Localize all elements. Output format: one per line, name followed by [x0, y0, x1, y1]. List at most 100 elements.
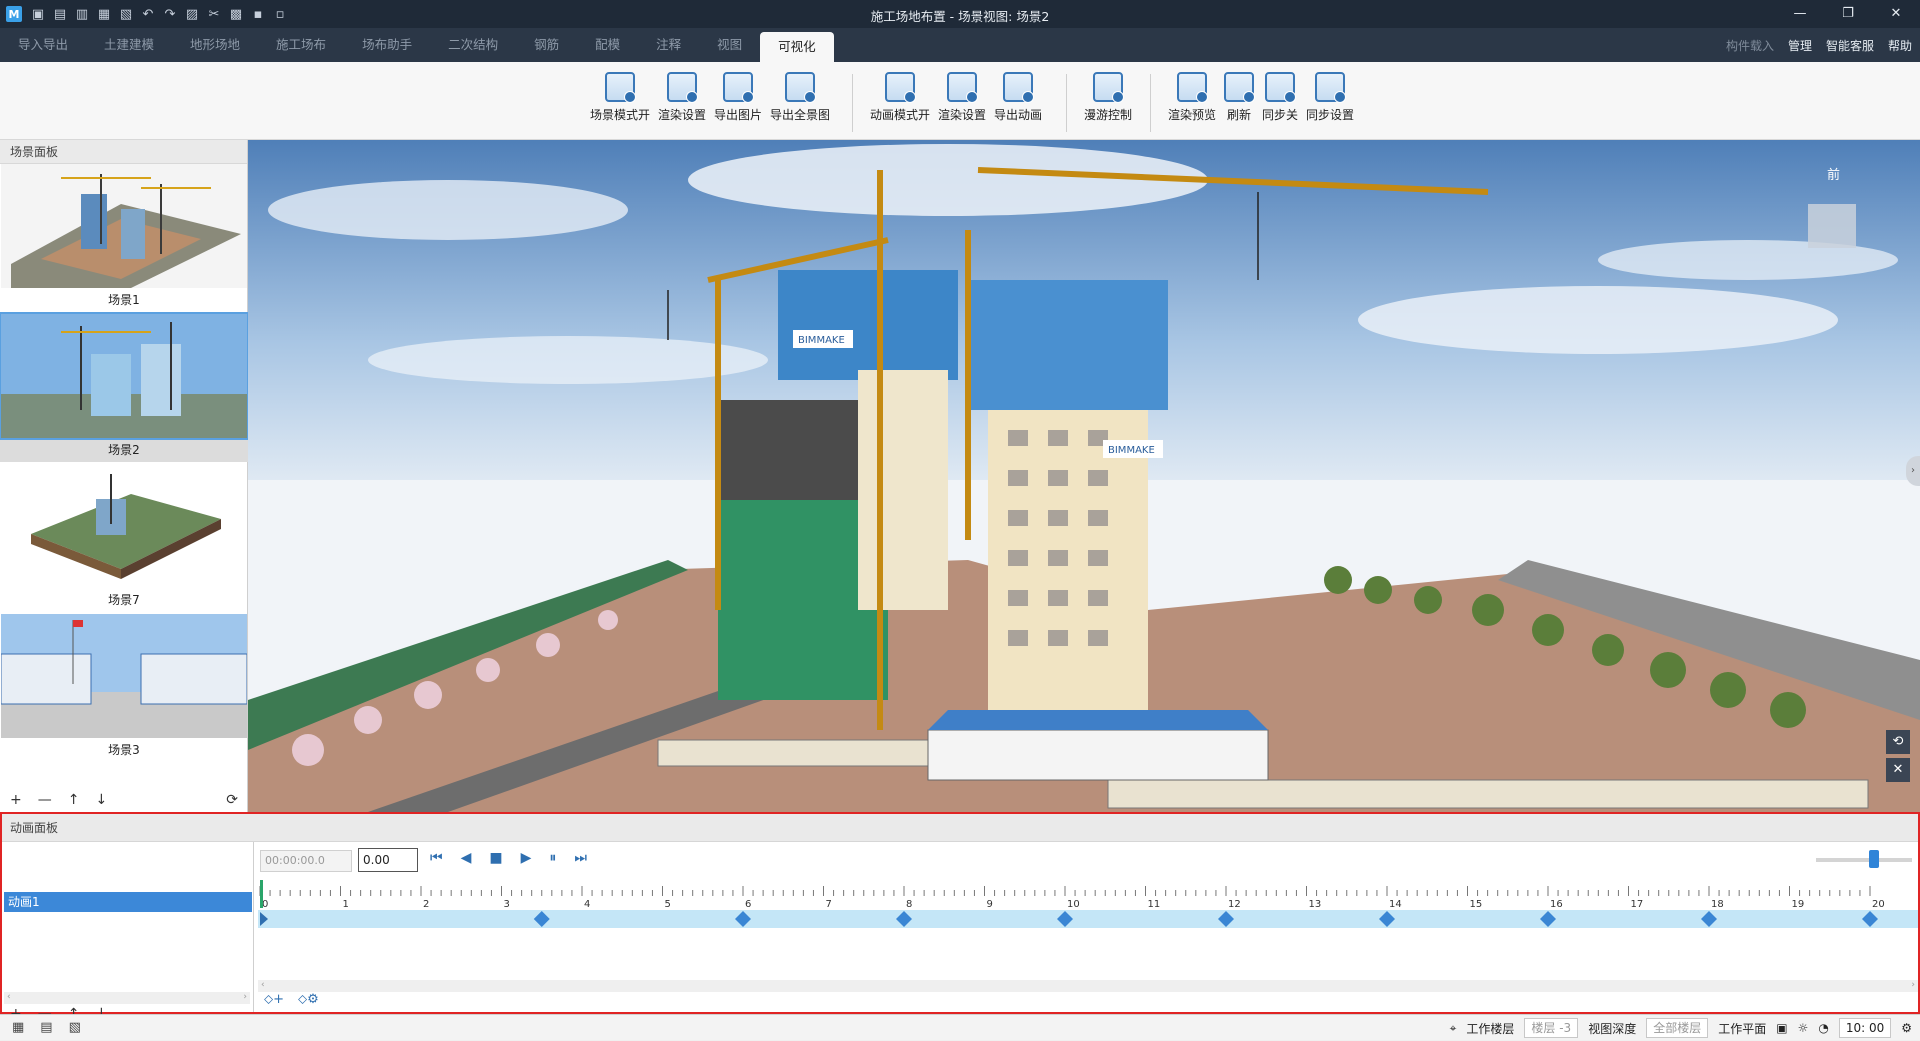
- tab-annotation[interactable]: 注释: [638, 28, 699, 62]
- maximize-button[interactable]: ❐: [1824, 0, 1872, 28]
- timeline-ruler[interactable]: 0 1 2 3 4 5 6 7 8 9 10 11 12 13 14 15 16 17 18 19 20: [258, 880, 1918, 908]
- sync-settings-button[interactable]: 同步设置: [1302, 72, 1358, 123]
- open-file-icon[interactable]: ▤: [52, 7, 68, 22]
- tab-visualization[interactable]: 可视化: [760, 32, 834, 62]
- add-scene-button[interactable]: +: [10, 792, 22, 808]
- keyframe-settings-icon[interactable]: ⬦⚙: [298, 992, 319, 1007]
- scene-mode-button[interactable]: 场景模式开: [586, 72, 654, 123]
- time-input[interactable]: 0.00: [358, 848, 418, 872]
- keyframe[interactable]: [1057, 911, 1073, 927]
- tab-rebar[interactable]: 钢筋: [516, 28, 577, 62]
- redo-icon[interactable]: ↷: [162, 7, 178, 22]
- keyframe[interactable]: [1701, 911, 1717, 927]
- snap-icon[interactable]: ⌖: [1450, 1021, 1457, 1036]
- component-load-menu[interactable]: 构件载入: [1726, 37, 1774, 54]
- layout-tile-icon[interactable]: ▤: [40, 1020, 52, 1035]
- scene-thumbnail[interactable]: 场景3: [0, 614, 248, 764]
- keyframe[interactable]: [735, 911, 751, 927]
- 3d-viewport[interactable]: BIMMAKE BIMMAKE 前 › ⟲ ✕: [248, 140, 1920, 812]
- status-bar: ▦ ▤ ▧ ⌖ 工作楼层 楼层 -3 视图深度 全部楼层 工作平面 ▣ ☼ ◔ …: [0, 1014, 1920, 1040]
- tab-terrain-site[interactable]: 地形场地: [172, 28, 258, 62]
- last-frame-icon[interactable]: ⏭: [574, 850, 587, 866]
- timeline-scrollbar[interactable]: ‹ ›: [258, 980, 1918, 992]
- settings-gear-icon[interactable]: ⚙: [1901, 1021, 1912, 1035]
- support-menu[interactable]: 智能客服: [1826, 37, 1874, 54]
- keyframes[interactable]: [258, 910, 1918, 928]
- minimize-button[interactable]: —: [1776, 0, 1824, 28]
- scene-label: 场景2: [0, 438, 248, 462]
- pause-icon[interactable]: ⏸: [549, 850, 556, 866]
- zoom-slider-knob[interactable]: [1868, 850, 1879, 868]
- refresh-button[interactable]: 刷新: [1220, 72, 1258, 123]
- keyframe[interactable]: [533, 911, 550, 927]
- export-animation-button[interactable]: 导出动画: [990, 72, 1046, 123]
- work-floor-select[interactable]: 楼层 -3: [1524, 1018, 1579, 1038]
- time-select[interactable]: 10: 00: [1838, 1018, 1892, 1038]
- animation-track-item[interactable]: 动画1: [4, 892, 252, 912]
- scene-thumbnail[interactable]: 场景7: [0, 464, 248, 614]
- play-icon[interactable]: ▶: [521, 850, 532, 866]
- playhead[interactable]: [260, 880, 263, 908]
- keyframe[interactable]: [896, 911, 912, 927]
- tab-layout-assistant[interactable]: 场布助手: [344, 28, 430, 62]
- expand-panel-arrow-icon[interactable]: ›: [1906, 456, 1920, 486]
- remove-scene-button[interactable]: —: [38, 792, 52, 808]
- timeline-zoom-slider[interactable]: [1816, 850, 1912, 868]
- roaming-control-button[interactable]: 漫游控制: [1080, 72, 1136, 123]
- keyframe[interactable]: [1379, 911, 1395, 927]
- start-keyframe[interactable]: [260, 912, 268, 926]
- close-view-icon[interactable]: ✕: [1886, 758, 1910, 782]
- export-panorama-button[interactable]: 导出全景图: [766, 72, 834, 123]
- tab-construction-layout[interactable]: 施工场布: [258, 28, 344, 62]
- render-preview-button[interactable]: 渲染预览: [1164, 72, 1220, 123]
- scene-thumbnail-selected[interactable]: 场景2: [0, 312, 249, 464]
- sync-toggle-button[interactable]: 同步关: [1258, 72, 1302, 123]
- track-list-scrollbar[interactable]: ‹ ›: [4, 992, 250, 1004]
- tab-civil-modeling[interactable]: 土建建模: [86, 28, 172, 62]
- manage-menu[interactable]: 管理: [1788, 37, 1812, 54]
- tab-view[interactable]: 视图: [699, 28, 760, 62]
- first-frame-icon[interactable]: ⏮: [430, 850, 443, 866]
- move-up-button[interactable]: ↑: [68, 792, 80, 808]
- animation-render-settings-button[interactable]: 渲染设置: [934, 72, 990, 123]
- settings-icon[interactable]: ▪: [250, 7, 266, 22]
- export-image-button[interactable]: 导出图片: [710, 72, 766, 123]
- layout-grid-icon[interactable]: ▦: [12, 1020, 24, 1035]
- copy-icon[interactable]: ▩: [228, 7, 244, 22]
- cut-icon[interactable]: ✂: [206, 7, 222, 22]
- animation-mode-button[interactable]: 动画模式开: [866, 72, 934, 123]
- keyframe[interactable]: [1862, 911, 1878, 927]
- save-icon[interactable]: ▥: [74, 7, 90, 22]
- view-depth-select[interactable]: 全部楼层: [1646, 1018, 1709, 1038]
- help-menu[interactable]: 帮助: [1888, 37, 1912, 54]
- clock-icon[interactable]: ◔: [1818, 1021, 1828, 1035]
- move-down-button[interactable]: ↓: [95, 792, 107, 808]
- tab-formwork[interactable]: 配模: [577, 28, 638, 62]
- reset-view-icon[interactable]: ⟲: [1886, 730, 1910, 754]
- tab-secondary-structure[interactable]: 二次结构: [430, 28, 516, 62]
- layout-split-icon[interactable]: ▧: [69, 1020, 81, 1035]
- keyframe[interactable]: [1218, 911, 1234, 927]
- scene-thumbnail-image: [1, 614, 247, 738]
- keyframe[interactable]: [1540, 911, 1556, 927]
- timecode-display: 00:00:00.0: [260, 850, 352, 872]
- select-icon[interactable]: ▨: [184, 7, 200, 22]
- previous-frame-icon[interactable]: ◀: [461, 850, 472, 866]
- scene-render-settings-button[interactable]: 渲染设置: [654, 72, 710, 123]
- animation-track-bar[interactable]: [258, 910, 1918, 928]
- animation-panel-title: 动画面板: [2, 814, 1918, 842]
- add-keyframe-icon[interactable]: ⬦+: [264, 992, 284, 1007]
- tab-import-export[interactable]: 导入导出: [0, 28, 86, 62]
- close-button[interactable]: ✕: [1872, 0, 1920, 28]
- stop-icon[interactable]: ■: [489, 850, 502, 866]
- undo-icon[interactable]: ↶: [140, 7, 156, 22]
- work-plane-icon[interactable]: ▣: [1776, 1021, 1787, 1035]
- view-cube[interactable]: [1808, 204, 1856, 248]
- view-3d-icon[interactable]: ▫: [272, 7, 288, 22]
- save-as-icon[interactable]: ▦: [96, 7, 112, 22]
- new-file-icon[interactable]: ▣: [30, 7, 46, 22]
- sun-icon[interactable]: ☼: [1798, 1021, 1809, 1035]
- scene-thumbnail[interactable]: 场景1: [0, 164, 248, 314]
- print-icon[interactable]: ▧: [118, 7, 134, 22]
- refresh-scenes-button[interactable]: ⟳: [226, 792, 238, 808]
